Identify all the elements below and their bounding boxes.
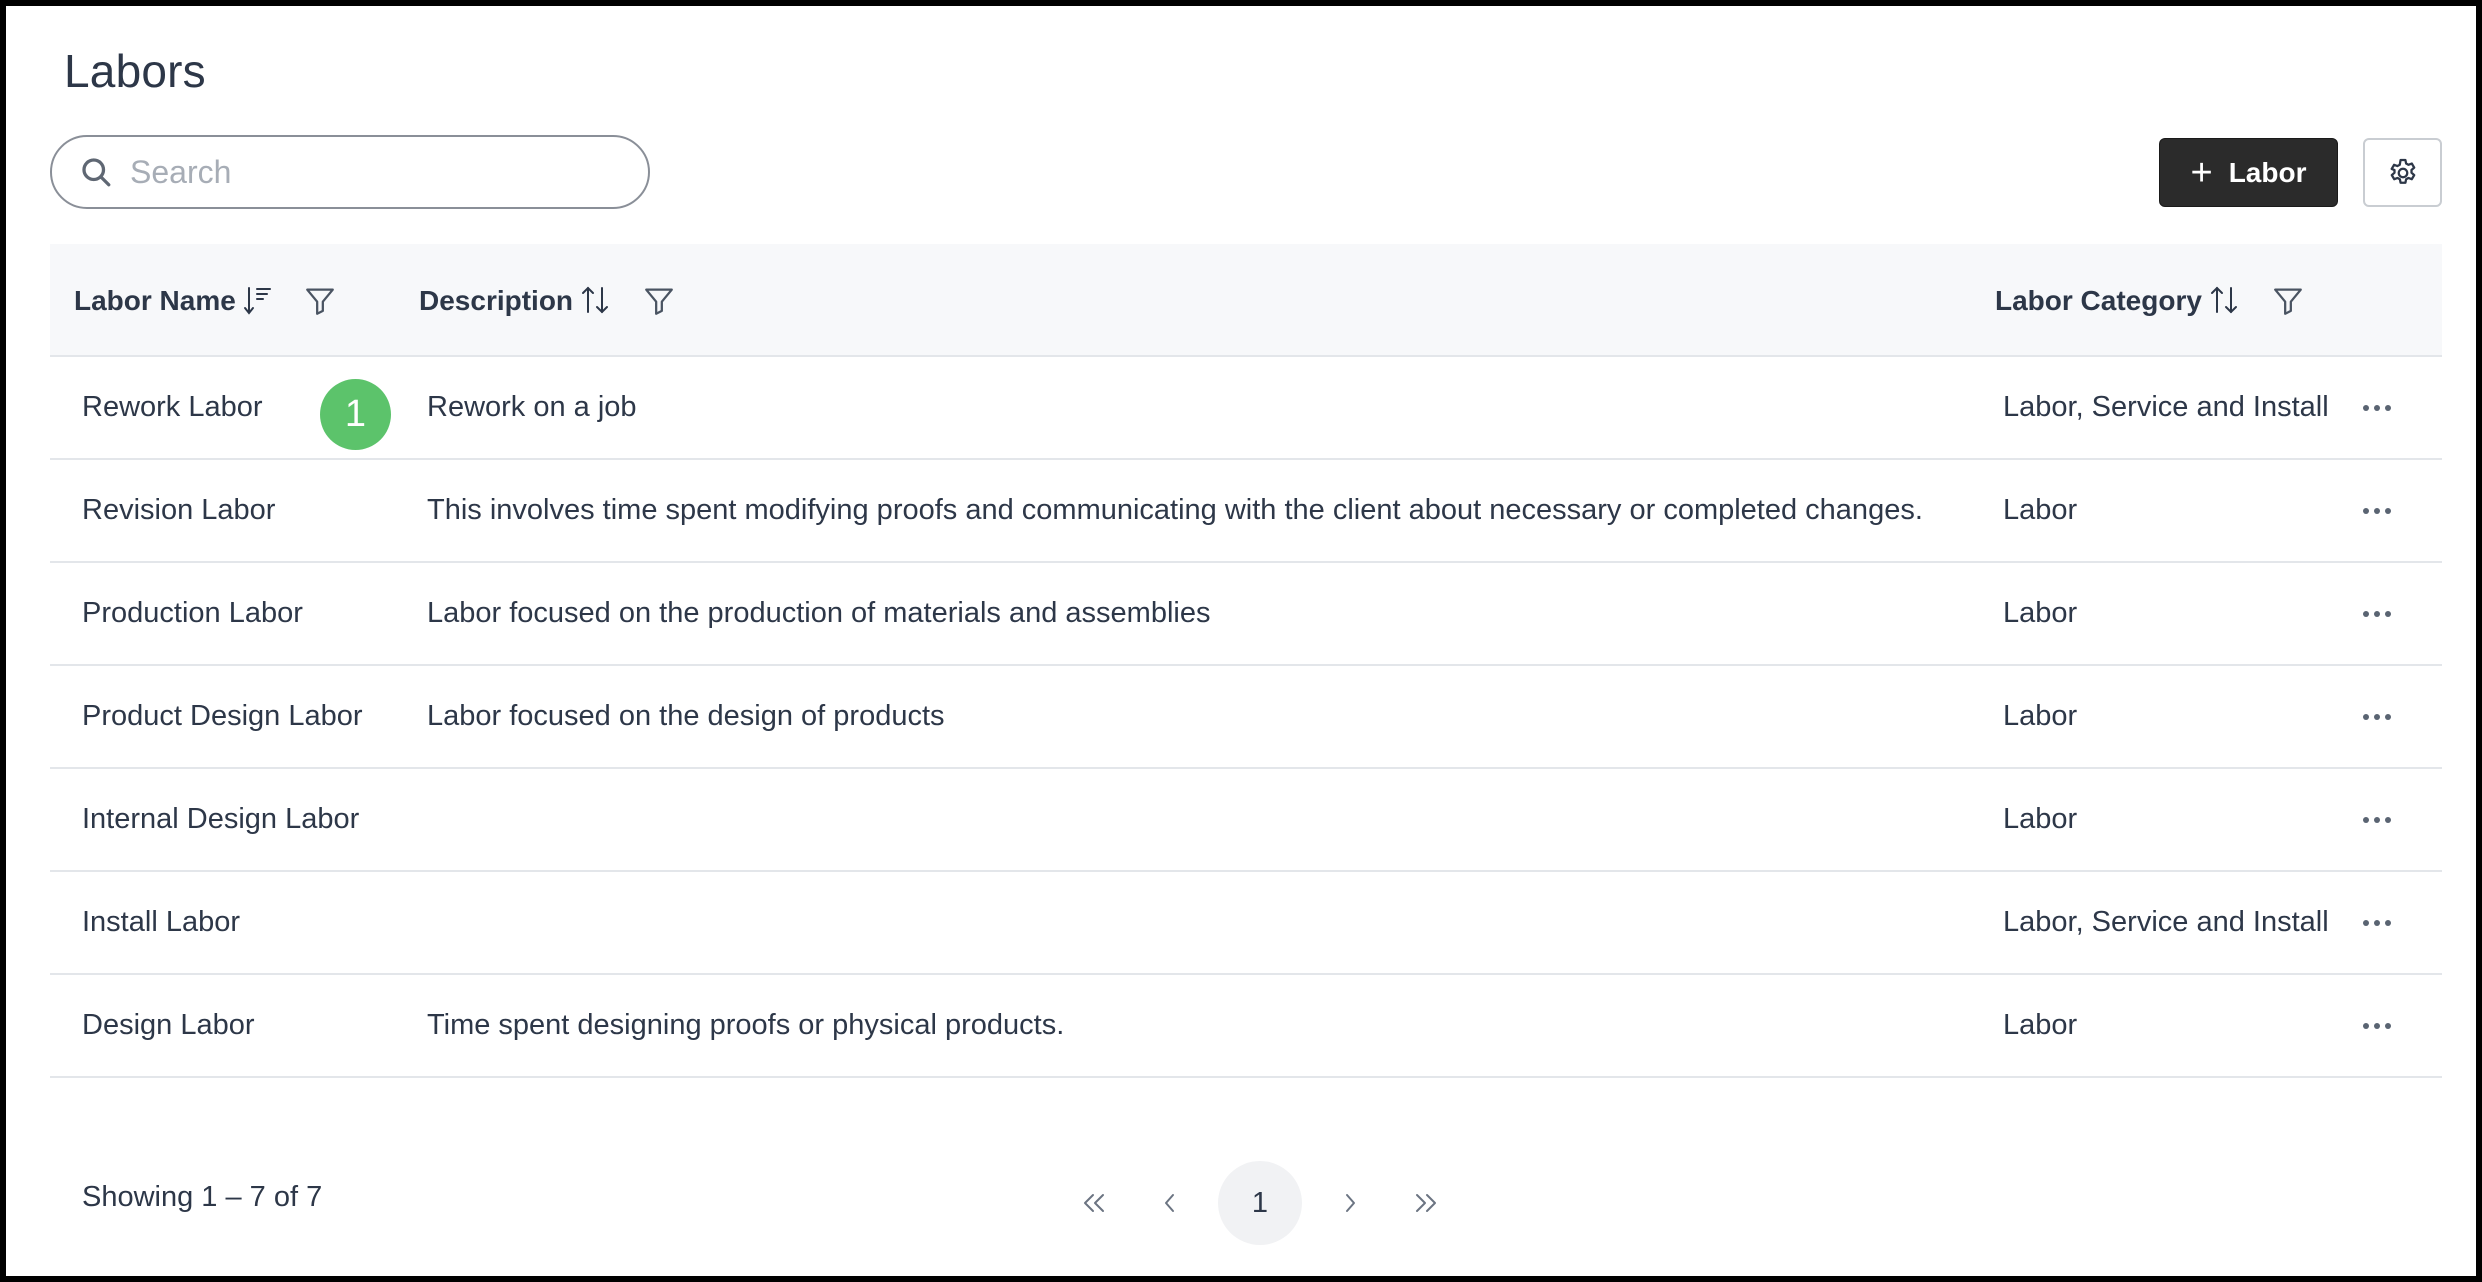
column-label: Labor Name bbox=[74, 284, 236, 316]
sort-icon[interactable] bbox=[579, 284, 611, 318]
annotation-marker: 1 bbox=[320, 379, 391, 450]
filter-icon[interactable] bbox=[302, 284, 338, 318]
last-page-icon[interactable] bbox=[1396, 1173, 1456, 1233]
more-horizontal-icon[interactable] bbox=[2350, 563, 2404, 664]
labor-name-cell[interactable]: Design Labor bbox=[82, 975, 255, 1076]
description-cell: This involves time spent modifying proof… bbox=[427, 494, 1923, 526]
more-horizontal-icon[interactable] bbox=[2350, 460, 2404, 561]
table-row[interactable]: Revision Labor This involves time spent … bbox=[50, 460, 2442, 563]
labor-name-cell[interactable]: Internal Design Labor bbox=[82, 769, 359, 870]
table-row[interactable]: Production Labor Labor focused on the pr… bbox=[50, 563, 2442, 666]
sort-descending-icon[interactable] bbox=[242, 284, 272, 318]
pagination: 1 bbox=[1056, 1161, 1464, 1245]
app-window: Labors + Labor Labor Name bbox=[0, 0, 2482, 1282]
table-row[interactable]: Rework Labor Rework on a job Labor, Serv… bbox=[50, 357, 2442, 460]
description-cell: Labor focused on the design of products bbox=[427, 700, 945, 732]
labor-category-cell: Labor bbox=[2003, 494, 2078, 526]
search-input[interactable] bbox=[130, 153, 610, 191]
column-header-labor-name[interactable]: Labor Name bbox=[74, 244, 338, 357]
column-header-labor-category[interactable]: Labor Category bbox=[1995, 244, 2306, 357]
labor-category-cell: Labor bbox=[2003, 700, 2078, 732]
filter-icon[interactable] bbox=[2270, 284, 2306, 318]
labors-table: Labor Name Description Labor Category Re… bbox=[50, 244, 2442, 1078]
page-title: Labors bbox=[64, 45, 206, 97]
labor-name-cell[interactable]: Install Labor bbox=[82, 872, 240, 973]
labor-category-cell: Labor bbox=[2003, 597, 2078, 629]
table-row[interactable]: Install Labor Labor, Service and Install bbox=[50, 872, 2442, 975]
settings-button[interactable] bbox=[2363, 138, 2442, 207]
description-cell: Labor focused on the production of mater… bbox=[427, 597, 1211, 629]
table-header: Labor Name Description Labor Category bbox=[50, 244, 2442, 357]
add-labor-label: Labor bbox=[2228, 156, 2307, 188]
description-cell: Rework on a job bbox=[427, 391, 637, 423]
more-horizontal-icon[interactable] bbox=[2350, 666, 2404, 767]
labor-name-cell[interactable]: Product Design Labor bbox=[82, 666, 363, 767]
column-header-description[interactable]: Description bbox=[419, 244, 677, 357]
search-icon bbox=[82, 158, 111, 187]
table-row[interactable]: Product Design Labor Labor focused on th… bbox=[50, 666, 2442, 769]
pagination-summary: Showing 1 – 7 of 7 bbox=[82, 1181, 323, 1213]
add-labor-button[interactable]: + Labor bbox=[2159, 138, 2338, 207]
labor-category-cell: Labor bbox=[2003, 1009, 2078, 1041]
plus-icon: + bbox=[2190, 151, 2213, 194]
column-label: Labor Category bbox=[1995, 284, 2202, 316]
more-horizontal-icon[interactable] bbox=[2350, 769, 2404, 870]
table-row[interactable]: Design Labor Time spent designing proofs… bbox=[50, 975, 2442, 1078]
previous-page-icon[interactable] bbox=[1140, 1173, 1200, 1233]
more-horizontal-icon[interactable] bbox=[2350, 872, 2404, 973]
sort-icon[interactable] bbox=[2208, 284, 2240, 318]
column-label: Description bbox=[419, 284, 574, 316]
next-page-icon[interactable] bbox=[1320, 1173, 1380, 1233]
first-page-icon[interactable] bbox=[1064, 1173, 1124, 1233]
labor-name-cell[interactable]: Revision Labor bbox=[82, 460, 275, 561]
labor-name-cell[interactable]: Production Labor bbox=[82, 563, 303, 664]
labor-category-cell: Labor, Service and Install bbox=[2003, 391, 2329, 423]
gear-icon bbox=[2390, 158, 2415, 184]
table-row[interactable]: Internal Design Labor Labor bbox=[50, 769, 2442, 872]
labor-category-cell: Labor, Service and Install bbox=[2003, 906, 2329, 938]
labor-name-cell[interactable]: Rework Labor bbox=[82, 357, 263, 458]
page-number-current[interactable]: 1 bbox=[1218, 1161, 1302, 1245]
search-box[interactable] bbox=[50, 135, 650, 209]
description-cell: Time spent designing proofs or physical … bbox=[427, 1009, 1065, 1041]
more-horizontal-icon[interactable] bbox=[2350, 975, 2404, 1076]
more-horizontal-icon[interactable] bbox=[2350, 357, 2404, 458]
filter-icon[interactable] bbox=[641, 284, 677, 318]
labor-category-cell: Labor bbox=[2003, 803, 2078, 835]
